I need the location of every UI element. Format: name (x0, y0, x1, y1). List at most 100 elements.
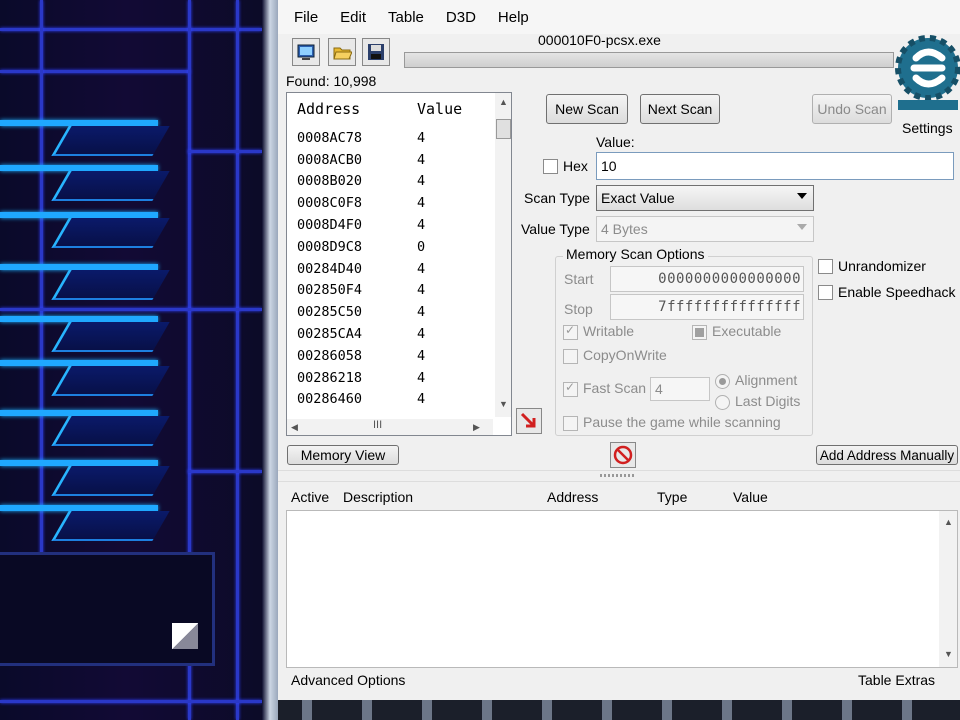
memory-view-button[interactable]: Memory View (287, 445, 399, 465)
splitter-grip[interactable] (600, 474, 636, 477)
value-label: Value: (596, 134, 635, 150)
fast-scan-checkbox[interactable] (563, 380, 578, 397)
table-row[interactable]: 00286460 4 (287, 389, 493, 411)
cheat-table-header: Active Description Address Type Value (286, 484, 960, 510)
address-list-vscroll[interactable]: ▲ ▼ (495, 93, 511, 417)
found-count: Found: 10,998 (286, 73, 377, 89)
column-value[interactable]: Value (417, 100, 462, 118)
hscroll-grip[interactable]: III (373, 419, 382, 431)
copyonwrite-checkbox[interactable] (563, 349, 578, 364)
next-scan-button[interactable]: Next Scan (640, 94, 720, 124)
row-value: 0 (417, 238, 426, 255)
new-scan-button[interactable]: New Scan (546, 94, 628, 124)
row-value: 4 (417, 282, 426, 299)
writable-checkbox[interactable] (563, 323, 578, 340)
hex-checkbox[interactable] (543, 159, 558, 174)
row-value: 4 (417, 173, 426, 190)
row-value: 4 (417, 369, 426, 386)
scroll-left-icon[interactable]: ◀ (291, 422, 298, 433)
select-process-button[interactable] (292, 38, 320, 66)
memory-scan-options-title: Memory Scan Options (563, 246, 708, 262)
address-list-hscroll[interactable]: ◀ III ▶ (287, 419, 493, 435)
add-to-list-button[interactable] (516, 408, 542, 434)
save-disk-icon (368, 44, 384, 60)
table-row[interactable]: 00284D40 4 (287, 258, 493, 280)
column-type[interactable]: Type (657, 489, 687, 505)
row-address: 0008AC78 (297, 129, 363, 146)
stop-address-input[interactable]: 7fffffffffffffff (610, 294, 804, 320)
hex-label: Hex (563, 158, 588, 174)
row-value: 4 (417, 260, 426, 277)
cheat-engine-logo-icon (895, 35, 960, 110)
speedhack-checkbox[interactable] (818, 285, 833, 300)
copyonwrite-label: CopyOnWrite (583, 347, 667, 363)
start-address-input[interactable]: 0000000000000000 (610, 266, 804, 292)
table-row[interactable]: 002850F4 4 (287, 280, 493, 302)
table-row[interactable]: 00285CA4 4 (287, 323, 493, 345)
table-row[interactable]: 00286058 4 (287, 345, 493, 367)
speedhack-label: Enable Speedhack (838, 284, 956, 300)
scan-progress-bar (404, 52, 894, 68)
column-address[interactable]: Address (547, 489, 598, 505)
row-address: 00284D40 (297, 260, 363, 277)
chevron-down-icon (797, 193, 807, 199)
row-address: 002850F4 (297, 282, 363, 299)
fast-scan-input[interactable]: 4 (650, 377, 710, 401)
value-type-select[interactable]: 4 Bytes (596, 216, 814, 242)
found-address-list[interactable]: Address Value 0008AC78 4 0008ACB0 4 0008B020… (286, 92, 512, 436)
undo-scan-button[interactable]: Undo Scan (812, 94, 892, 124)
column-value[interactable]: Value (733, 489, 768, 505)
table-row[interactable]: 0008C0F8 4 (287, 192, 493, 214)
menu-d3d[interactable]: D3D (432, 9, 484, 26)
table-row[interactable]: 0008B020 4 (287, 171, 493, 193)
menu-table[interactable]: Table (374, 9, 432, 26)
last-digits-label: Last Digits (735, 393, 801, 409)
scroll-up-icon[interactable]: ▲ (944, 517, 953, 527)
row-value: 4 (417, 347, 426, 364)
menu-file[interactable]: File (278, 9, 326, 26)
table-extras-link[interactable]: Table Extras (858, 672, 935, 688)
menu-help[interactable]: Help (484, 9, 537, 26)
scroll-up-icon[interactable]: ▲ (499, 97, 508, 107)
row-address: 0008D9C8 (297, 238, 363, 255)
pause-game-checkbox[interactable] (563, 416, 578, 431)
address-rows: 0008AC78 4 0008ACB0 4 0008B020 4 0008C0F8 4 0008… (287, 127, 493, 410)
alignment-radio[interactable] (715, 374, 730, 389)
unrandomizer-checkbox[interactable] (818, 259, 833, 274)
row-address: 00286460 (297, 391, 363, 408)
cheat-engine-logo[interactable] (892, 32, 960, 116)
open-file-button[interactable] (328, 38, 356, 66)
window-edge (262, 0, 278, 720)
executable-checkbox[interactable] (692, 325, 707, 340)
cheat-table[interactable]: ▲ ▼ (286, 510, 958, 668)
panel-splitter[interactable] (278, 470, 960, 482)
column-description[interactable]: Description (343, 489, 413, 505)
add-address-manually-button[interactable]: Add Address Manually (816, 445, 958, 465)
row-address: 00286058 (297, 347, 363, 364)
table-row[interactable]: 0008AC78 4 (287, 127, 493, 149)
settings-link[interactable]: Settings (902, 120, 953, 136)
scan-type-select[interactable]: Exact Value (596, 185, 814, 211)
column-address[interactable]: Address (287, 100, 417, 118)
last-digits-radio[interactable] (715, 395, 730, 410)
scroll-thumb[interactable] (496, 119, 511, 139)
stop-scan-button[interactable] (610, 442, 636, 468)
advanced-options-link[interactable]: Advanced Options (291, 672, 405, 688)
column-active[interactable]: Active (291, 489, 329, 505)
table-row[interactable]: 0008D4F0 4 (287, 214, 493, 236)
game-dialog-box (0, 552, 215, 666)
table-row[interactable]: 00285C50 4 (287, 301, 493, 323)
save-file-button[interactable] (362, 38, 390, 66)
table-row[interactable]: 0008ACB0 4 (287, 149, 493, 171)
scroll-right-icon[interactable]: ▶ (473, 422, 480, 433)
cheat-table-vscroll[interactable]: ▲ ▼ (939, 511, 957, 667)
menu-edit[interactable]: Edit (326, 9, 374, 26)
scan-value-input[interactable]: 10 (596, 152, 954, 180)
scroll-down-icon[interactable]: ▼ (944, 649, 953, 659)
scroll-down-icon[interactable]: ▼ (499, 399, 508, 409)
row-address: 0008ACB0 (297, 151, 363, 168)
table-row[interactable]: 0008D9C8 0 (287, 236, 493, 258)
table-row[interactable]: 00286218 4 (287, 367, 493, 389)
fast-scan-label: Fast Scan (583, 380, 647, 396)
alignment-label: Alignment (735, 372, 798, 388)
